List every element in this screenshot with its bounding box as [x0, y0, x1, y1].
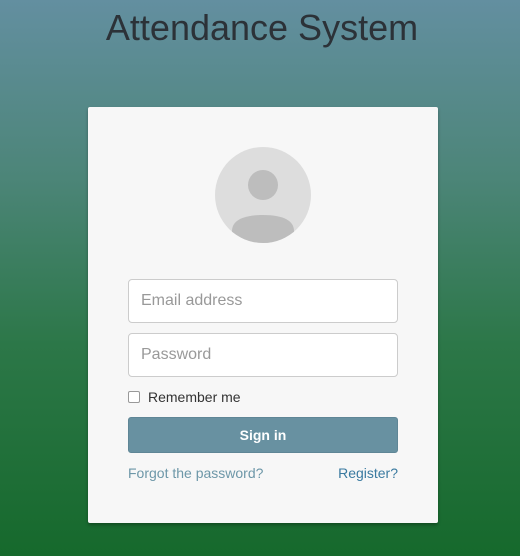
remember-me-checkbox[interactable]: [128, 391, 140, 403]
avatar-silhouette-icon: [232, 170, 294, 243]
login-card: Remember me Sign in Forgot the password?…: [88, 107, 438, 523]
password-field[interactable]: [128, 333, 398, 377]
email-field[interactable]: [128, 279, 398, 323]
forgot-password-link[interactable]: Forgot the password?: [128, 465, 263, 481]
remember-me-row[interactable]: Remember me: [128, 388, 241, 406]
remember-me-label[interactable]: Remember me: [148, 389, 241, 405]
page-title: Attendance System: [105, 7, 419, 48]
user-avatar-icon: [215, 147, 311, 243]
register-link[interactable]: Register?: [338, 465, 398, 481]
sign-in-button[interactable]: Sign in: [128, 417, 398, 453]
